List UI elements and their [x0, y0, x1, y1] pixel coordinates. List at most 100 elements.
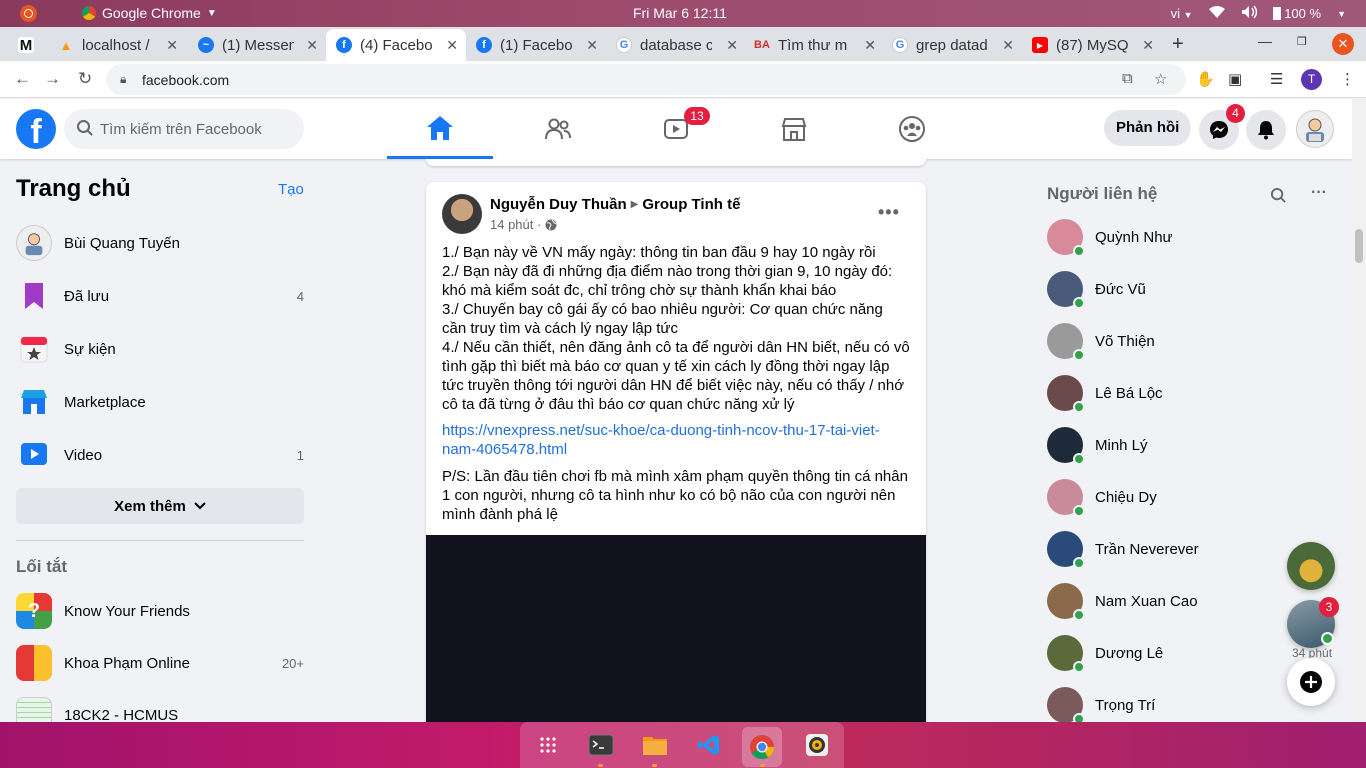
post-timestamp[interactable]: 14 phút ·	[490, 217, 541, 232]
app-menu[interactable]: Google Chrome ▼	[82, 5, 217, 21]
picture-in-picture-icon[interactable]: ▣	[1228, 70, 1242, 88]
search-icon	[77, 120, 93, 136]
tab-6[interactable]: BA Tìm thư m ✕	[744, 29, 884, 61]
new-tab-button[interactable]: +	[1172, 33, 1184, 56]
page-scrollbar[interactable]	[1352, 99, 1366, 722]
app-grid-icon[interactable]	[534, 731, 562, 759]
tab-3-active[interactable]: f (4) Facebo ✕	[326, 29, 466, 61]
create-link[interactable]: Tạo	[278, 181, 304, 198]
tab-watch[interactable]: 13	[623, 99, 729, 159]
post-group-name[interactable]: Group Tinh tế	[642, 196, 740, 213]
tab-close-icon[interactable]: ✕	[1002, 37, 1014, 54]
shortcut-label: 18CK2 - HCMUS	[64, 706, 179, 723]
contact-avatar	[1047, 687, 1085, 725]
tab-groups[interactable]	[859, 99, 965, 159]
power-menu-chevron-icon[interactable]: ▼	[1337, 9, 1346, 19]
reload-icon[interactable]: ↻	[78, 69, 92, 89]
tab-close-icon[interactable]: ✕	[446, 37, 458, 54]
shortcut-item[interactable]: 18CK2 - HCMUS	[16, 691, 304, 722]
contact-item[interactable]: Trần Neverever	[1047, 523, 1327, 575]
contact-item[interactable]: Dương Lê	[1047, 627, 1327, 679]
post-video-media[interactable]	[426, 535, 926, 722]
clock[interactable]: Fri Mar 6 12:11	[633, 5, 727, 21]
address-bar[interactable]: 🔒︎ facebook.com ⧉ ☆	[106, 64, 1186, 95]
post-options-icon[interactable]: •••	[878, 202, 900, 223]
restore-icon[interactable]: ❐	[1297, 35, 1307, 48]
profile-avatar[interactable]: T	[1301, 69, 1322, 90]
new-message-button[interactable]	[1287, 658, 1335, 706]
tab-close-icon[interactable]: ✕	[864, 37, 876, 54]
terminal-icon[interactable]	[587, 731, 615, 759]
system-tray[interactable]: vi ▼ 100 % ▼	[1171, 5, 1346, 22]
chat-head-1[interactable]	[1287, 542, 1335, 590]
contact-item[interactable]: Quỳnh Như	[1047, 211, 1327, 263]
tab-4[interactable]: f (1) Facebo ✕	[466, 29, 606, 61]
shortcut-item[interactable]: Khoa Phạm Online 20+	[16, 639, 304, 687]
feedback-button[interactable]: Phản hồi	[1104, 110, 1192, 146]
tab-7[interactable]: G grep datad ✕	[882, 29, 1022, 61]
post-link[interactable]: https://vnexpress.net/suc-khoe/ca-duong-…	[442, 421, 902, 459]
contacts-search-icon[interactable]	[1270, 187, 1287, 209]
search-box[interactable]	[64, 109, 304, 149]
url-text[interactable]: facebook.com	[142, 72, 229, 88]
shortcut-item[interactable]: ? Know Your Friends	[16, 587, 304, 635]
translate-icon[interactable]: ⧉	[1122, 70, 1133, 87]
left-sidebar: Trang chủ Tạo Bùi Quang Tuyến Đã lưu 4 S…	[0, 159, 320, 722]
contact-item[interactable]: Lê Bá Lộc	[1047, 367, 1327, 419]
volume-icon	[1241, 5, 1257, 22]
tab-close-icon[interactable]: ✕	[306, 37, 318, 54]
tab-close-icon[interactable]: ✕	[586, 37, 598, 54]
extension-icon[interactable]: ✋	[1196, 70, 1215, 88]
tab-home[interactable]	[387, 99, 493, 159]
rhythmbox-icon[interactable]	[803, 731, 831, 759]
forward-icon[interactable]: →	[44, 69, 61, 89]
system-top-bar: Google Chrome ▼ Fri Mar 6 12:11 vi ▼ 100…	[0, 0, 1366, 27]
sidebar-item-profile[interactable]: Bùi Quang Tuyến	[16, 219, 304, 267]
notifications-button[interactable]	[1246, 110, 1286, 150]
sidebar-item-video[interactable]: Video 1	[16, 431, 304, 479]
tab-close-icon[interactable]: ✕	[726, 37, 738, 54]
chrome-dock-icon[interactable]	[742, 727, 782, 767]
tab-marketplace[interactable]	[741, 99, 847, 159]
contact-item[interactable]: Võ Thiện	[1047, 315, 1327, 367]
chrome-menu-icon[interactable]: ⋮	[1340, 70, 1355, 88]
activities-icon[interactable]	[20, 5, 37, 22]
tab-2[interactable]: ~ (1) Messen ✕	[188, 29, 326, 61]
contact-item[interactable]: Minh Lý	[1047, 419, 1327, 471]
chevron-down-icon	[194, 502, 206, 510]
close-window-icon[interactable]: ✕	[1332, 33, 1354, 55]
language-indicator[interactable]: vi ▼	[1171, 6, 1193, 21]
tab-8[interactable]: ▶ (87) MySQL ✕	[1022, 29, 1162, 61]
bookmark-star-icon[interactable]: ☆	[1154, 70, 1167, 88]
tab-0[interactable]: M	[8, 29, 48, 61]
contact-item[interactable]: Đức Vũ	[1047, 263, 1327, 315]
tab-friends[interactable]	[505, 99, 611, 159]
post-author-avatar[interactable]	[442, 194, 482, 234]
lock-icon[interactable]: 🔒︎	[120, 72, 126, 87]
tab-title: (87) MySQL	[1056, 36, 1128, 54]
tab-close-icon[interactable]: ✕	[166, 37, 178, 54]
vscode-icon[interactable]	[695, 731, 723, 759]
back-icon[interactable]: ←	[14, 69, 31, 89]
contact-name: Quỳnh Như	[1095, 228, 1173, 246]
tab-5[interactable]: G database c ✕	[606, 29, 746, 61]
messenger-button[interactable]: 4	[1199, 104, 1245, 150]
account-avatar[interactable]	[1296, 110, 1334, 148]
media-control-icon[interactable]: ☰	[1270, 70, 1283, 88]
scrollbar-thumb[interactable]	[1355, 229, 1363, 263]
search-input[interactable]	[100, 109, 296, 149]
files-icon[interactable]	[641, 731, 669, 759]
tab-close-icon[interactable]: ✕	[1142, 37, 1154, 54]
sidebar-item-events[interactable]: Sự kiện	[16, 325, 304, 373]
contacts-more-icon[interactable]: ···	[1311, 184, 1327, 202]
see-more-button[interactable]: Xem thêm	[16, 488, 304, 524]
sidebar-item-marketplace[interactable]: Marketplace	[16, 378, 304, 426]
minimize-icon[interactable]: —	[1258, 33, 1272, 49]
facebook-logo-icon[interactable]: f	[16, 109, 56, 149]
divider	[16, 540, 304, 541]
post-author-name[interactable]: Nguyễn Duy Thuần	[490, 196, 627, 213]
tab-1[interactable]: ▲ localhost / ✕	[48, 29, 186, 61]
contact-item[interactable]: Chiệu Dy	[1047, 471, 1327, 523]
contact-item[interactable]: Nam Xuan Cao	[1047, 575, 1327, 627]
sidebar-item-saved[interactable]: Đã lưu 4	[16, 272, 304, 320]
